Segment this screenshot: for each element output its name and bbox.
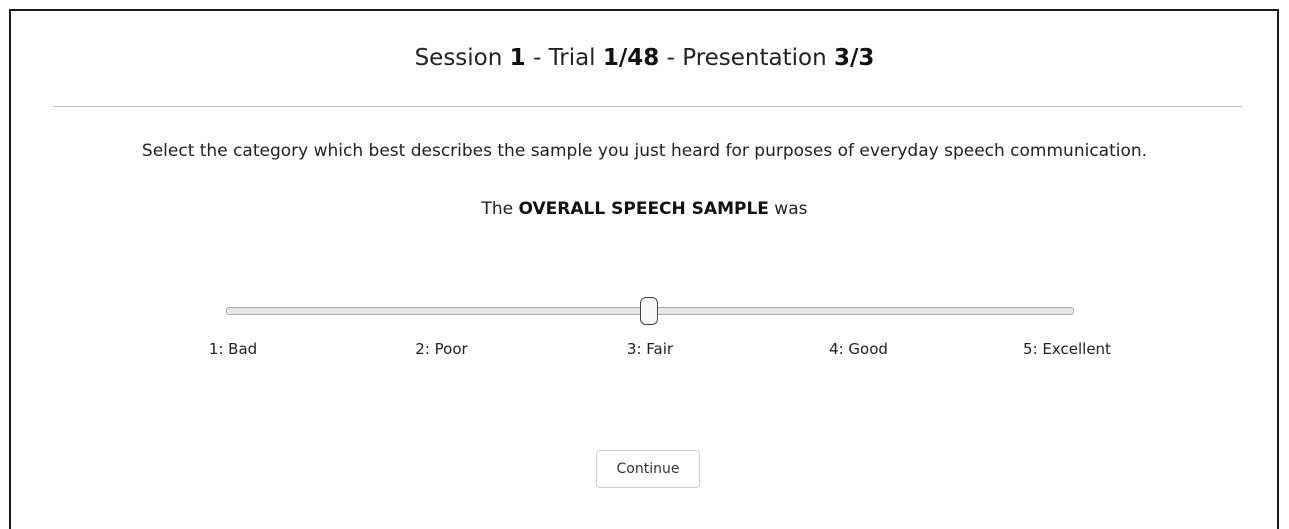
rating-prompt: The OVERALL SPEECH SAMPLE was <box>0 199 1289 219</box>
prompt-prefix: The <box>481 199 519 219</box>
instruction-text: Select the category which best describes… <box>141 141 1148 161</box>
rating-slider-thumb[interactable] <box>640 297 658 325</box>
prompt-emphasis: OVERALL SPEECH SAMPLE <box>518 199 769 219</box>
rating-label-3: 3: Fair <box>626 340 674 358</box>
rating-label-4: 4: Good <box>829 340 888 358</box>
session-label: Session <box>414 45 510 71</box>
rating-label-2: 2: Poor <box>415 340 468 358</box>
page-title: Session 1 - Trial 1/48 - Presentation 3/… <box>0 45 1289 71</box>
presentation-label: - Presentation <box>659 45 834 71</box>
prompt-suffix: was <box>768 199 808 219</box>
continue-button[interactable]: Continue <box>596 450 700 488</box>
trial-number: 1/48 <box>602 45 660 71</box>
presentation-number: 3/3 <box>834 45 875 71</box>
rating-label-1: 1: Bad <box>208 340 258 358</box>
trial-label: - Trial <box>525 45 603 71</box>
divider <box>53 106 1242 107</box>
session-number: 1 <box>509 45 526 71</box>
rating-label-5: 5: Excellent <box>1023 340 1111 358</box>
